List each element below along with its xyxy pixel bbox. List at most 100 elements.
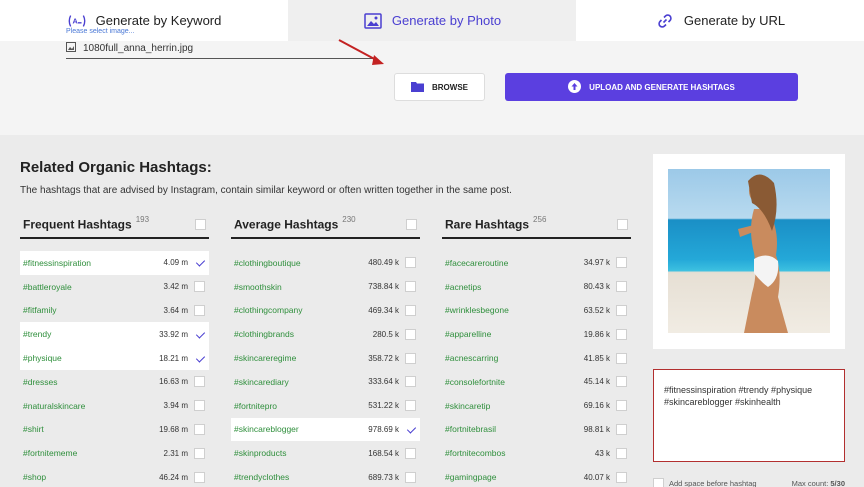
hashtag-checkbox[interactable] (616, 423, 627, 435)
hashtag-checkbox[interactable] (405, 376, 416, 388)
hashtag-name[interactable]: #fortnitememe (23, 448, 164, 458)
hashtag-checkbox[interactable] (405, 471, 416, 483)
hashtag-name[interactable]: #shop (23, 472, 159, 482)
hashtag-checkbox[interactable] (405, 400, 416, 412)
hashtag-name[interactable]: #dresses (23, 377, 159, 387)
hashtag-checkbox[interactable] (616, 471, 627, 483)
select-all-checkbox[interactable] (195, 219, 206, 230)
hashtag-row[interactable]: #clothingbrands 280.5 k (231, 322, 420, 346)
hashtag-name[interactable]: #acnescarring (445, 353, 584, 363)
hashtag-row[interactable]: #skincareblogger 978.69 k (231, 417, 420, 442)
hashtag-checkbox[interactable] (194, 447, 205, 459)
hashtag-name[interactable]: #fortnitecombos (445, 448, 595, 458)
tab-photo[interactable]: Generate by Photo (288, 0, 576, 41)
hashtag-row[interactable]: #clothingboutique 480.49 k (231, 251, 420, 275)
hashtag-checkbox[interactable] (405, 352, 416, 364)
hashtag-name[interactable]: #apparelline (445, 329, 584, 339)
tab-url[interactable]: Generate by URL (576, 0, 864, 41)
hashtag-row[interactable]: #facecareroutine 34.97 k (442, 251, 631, 275)
hashtag-checkbox[interactable] (405, 257, 416, 269)
hashtag-row[interactable]: #trendy 33.92 m (20, 322, 209, 347)
hashtag-checkbox[interactable] (194, 257, 205, 268)
hashtag-row[interactable]: #fitnessinspiration 4.09 m (20, 251, 209, 275)
select-all-checkbox[interactable] (406, 219, 417, 230)
hashtag-name[interactable]: #fitnessinspiration (23, 258, 164, 268)
hashtag-name[interactable]: #fortnitepro (234, 401, 368, 411)
hashtag-checkbox[interactable] (194, 353, 205, 364)
hashtag-checkbox[interactable] (405, 281, 416, 293)
hashtag-name[interactable]: #smoothskin (234, 282, 368, 292)
hashtag-checkbox[interactable] (194, 423, 205, 435)
hashtag-checkbox[interactable] (405, 304, 416, 316)
hashtag-checkbox[interactable] (194, 376, 205, 388)
hashtag-row[interactable]: #consolefortnite 45.14 k (442, 370, 631, 394)
hashtag-name[interactable]: #physique (23, 353, 159, 363)
hashtag-checkbox[interactable] (616, 352, 627, 364)
hashtag-name[interactable]: #naturalskincare (23, 401, 164, 411)
hashtag-row[interactable]: #skincaretip 69.16 k (442, 394, 631, 418)
hashtag-row[interactable]: #shop 46.24 m (20, 465, 209, 487)
hashtag-name[interactable]: #shirt (23, 424, 159, 434)
hashtag-name[interactable]: #battleroyale (23, 282, 164, 292)
hashtag-name[interactable]: #skincareregime (234, 353, 368, 363)
hashtag-row[interactable]: #acnescarring 41.85 k (442, 346, 631, 370)
generated-hashtags-textarea[interactable]: #fitnessinspiration #trendy #physique #s… (653, 369, 845, 462)
hashtag-checkbox[interactable] (194, 471, 205, 483)
hashtag-name[interactable]: #clothingcompany (234, 305, 368, 315)
hashtag-row[interactable]: #fortnitepro 531.22 k (231, 394, 420, 418)
hashtag-checkbox[interactable] (405, 424, 416, 435)
hashtag-checkbox[interactable] (405, 328, 416, 340)
hashtag-checkbox[interactable] (405, 447, 416, 459)
hashtag-name[interactable]: #trendyclothes (234, 472, 368, 482)
hashtag-row[interactable]: #skinproducts 168.54 k (231, 441, 420, 465)
hashtag-name[interactable]: #skinproducts (234, 448, 368, 458)
hashtag-checkbox[interactable] (616, 281, 627, 293)
hashtag-name[interactable]: #skincareblogger (234, 424, 368, 434)
hashtag-row[interactable]: #battleroyale 3.42 m (20, 275, 209, 299)
select-all-checkbox[interactable] (617, 219, 628, 230)
hashtag-name[interactable]: #skincarediary (234, 377, 368, 387)
hashtag-row[interactable]: #physique 18.21 m (20, 346, 209, 370)
hashtag-row[interactable]: #shirt 19.68 m (20, 418, 209, 442)
hashtag-name[interactable]: #clothingbrands (234, 329, 373, 339)
hashtag-row[interactable]: #acnetips 80.43 k (442, 275, 631, 299)
hashtag-name[interactable]: #trendy (23, 329, 159, 339)
hashtag-name[interactable]: #clothingboutique (234, 258, 368, 268)
file-input[interactable]: 1080full_anna_herrin.jpg (66, 38, 374, 59)
hashtag-checkbox[interactable] (616, 447, 627, 459)
hashtag-row[interactable]: #fortnitecombos 43 k (442, 441, 631, 465)
hashtag-row[interactable]: #fortnitememe 2.31 m (20, 441, 209, 465)
hashtag-row[interactable]: #smoothskin 738.84 k (231, 275, 420, 299)
hashtag-row[interactable]: #skincarediary 333.64 k (231, 370, 420, 394)
hashtag-name[interactable]: #wrinklesbegone (445, 305, 584, 315)
hashtag-row[interactable]: #clothingcompany 469.34 k (231, 299, 420, 323)
hashtag-name[interactable]: #fitfamily (23, 305, 164, 315)
hashtag-name[interactable]: #gamingpage (445, 472, 584, 482)
hashtag-row[interactable]: #trendyclothes 689.73 k (231, 465, 420, 487)
hashtag-checkbox[interactable] (194, 329, 205, 340)
hashtag-checkbox[interactable] (194, 304, 205, 316)
hashtag-name[interactable]: #facecareroutine (445, 258, 584, 268)
hashtag-checkbox[interactable] (616, 376, 627, 388)
hashtag-checkbox[interactable] (616, 328, 627, 340)
upload-generate-button[interactable]: UPLOAD AND GENERATE HASHTAGS (505, 73, 798, 101)
hashtag-checkbox[interactable] (194, 400, 205, 412)
add-space-checkbox[interactable] (653, 478, 664, 487)
hashtag-row[interactable]: #fortnitebrasil 98.81 k (442, 418, 631, 442)
hashtag-row[interactable]: #dresses 16.63 m (20, 370, 209, 394)
tab-keyword[interactable]: A Generate by Keyword (0, 0, 288, 41)
hashtag-checkbox[interactable] (616, 304, 627, 316)
hashtag-name[interactable]: #consolefortnite (445, 377, 584, 387)
hashtag-name[interactable]: #acnetips (445, 282, 584, 292)
hashtag-name[interactable]: #skincaretip (445, 401, 584, 411)
hashtag-row[interactable]: #skincareregime 358.72 k (231, 346, 420, 370)
hashtag-row[interactable]: #naturalskincare 3.94 m (20, 394, 209, 418)
hashtag-row[interactable]: #fitfamily 3.64 m (20, 299, 209, 323)
hashtag-row[interactable]: #gamingpage 40.07 k (442, 465, 631, 487)
hashtag-row[interactable]: #apparelline 19.86 k (442, 322, 631, 346)
hashtag-checkbox[interactable] (616, 257, 627, 269)
browse-button[interactable]: BROWSE (394, 73, 485, 101)
hashtag-checkbox[interactable] (194, 281, 205, 293)
hashtag-name[interactable]: #fortnitebrasil (445, 424, 584, 434)
hashtag-row[interactable]: #wrinklesbegone 63.52 k (442, 299, 631, 323)
